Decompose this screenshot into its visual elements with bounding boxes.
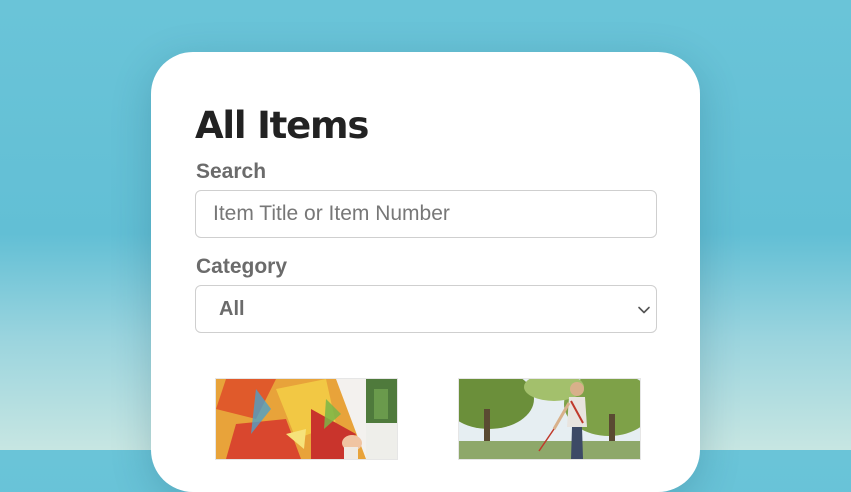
chevron-down-icon — [638, 306, 650, 314]
page-title: All Items — [195, 104, 369, 147]
park-walk-image — [459, 379, 640, 459]
category-select[interactable]: All — [195, 285, 657, 333]
search-field — [195, 190, 657, 238]
items-panel: All Items Search Category All — [151, 52, 700, 492]
item-thumbnail-painting[interactable] — [215, 378, 398, 460]
painting-image — [216, 379, 397, 459]
category-label: Category — [196, 255, 288, 278]
item-thumbnail-walk[interactable] — [458, 378, 641, 460]
category-selected-value: All — [219, 298, 245, 320]
search-input[interactable] — [196, 191, 656, 237]
search-label: Search — [196, 160, 267, 183]
